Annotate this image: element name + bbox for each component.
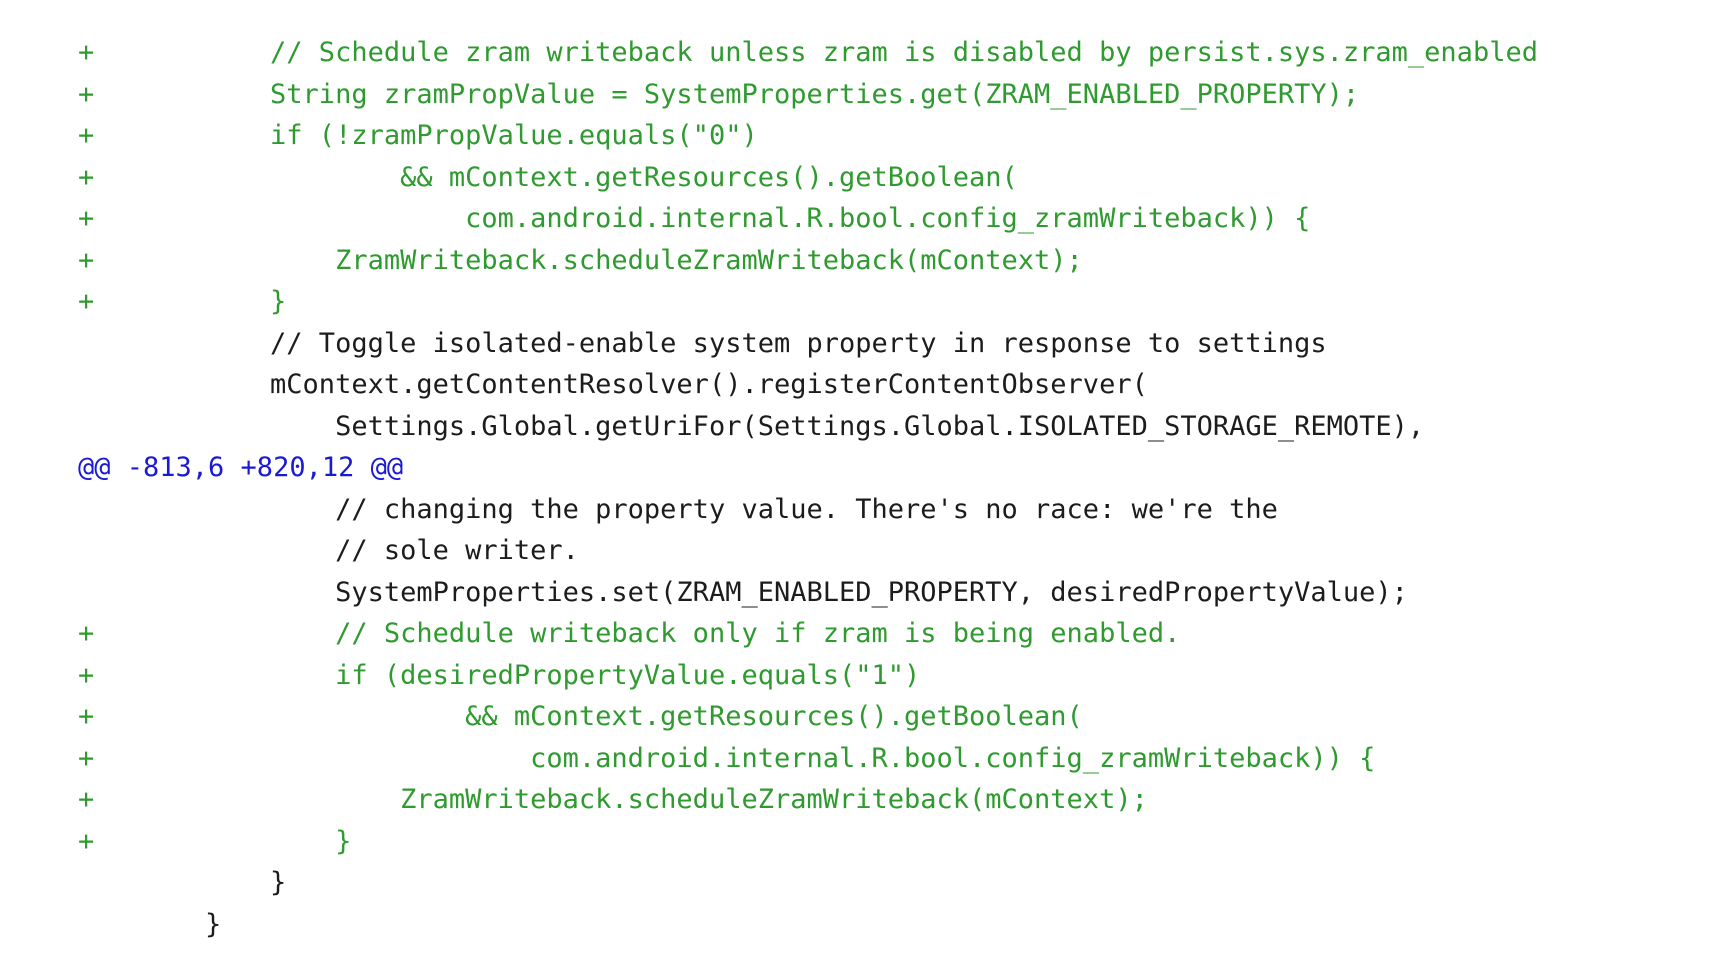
code-text: // Schedule writeback only if zram is be… xyxy=(140,618,1181,649)
added-line: + // Schedule zram writeback unless zram… xyxy=(78,32,1538,74)
blank-marker xyxy=(78,572,140,614)
code-text: com.android.internal.R.bool.config_zramW… xyxy=(140,203,1311,234)
added-line: + com.android.internal.R.bool.config_zra… xyxy=(78,198,1538,240)
plus-marker: + xyxy=(78,120,95,151)
added-line: + com.android.internal.R.bool.config_zra… xyxy=(78,738,1538,780)
plus-marker: + xyxy=(78,742,95,774)
plus-marker: + xyxy=(78,618,95,649)
code-text: Settings.Global.getUriFor(Settings.Globa… xyxy=(140,410,1425,442)
plus-marker: + xyxy=(78,244,95,276)
code-text: com.android.internal.R.bool.config_zramW… xyxy=(140,742,1376,774)
code-text: @@ -813,6 +820,12 @@ xyxy=(78,452,404,483)
blank-marker xyxy=(78,364,140,406)
code-text: } xyxy=(140,908,222,940)
blank-marker xyxy=(78,904,140,946)
blank-marker xyxy=(78,323,140,365)
blank-marker xyxy=(78,862,140,904)
added-line: + ZramWriteback.scheduleZramWriteback(mC… xyxy=(78,779,1538,821)
plus-marker: + xyxy=(78,825,95,857)
added-line: + } xyxy=(78,281,1538,323)
plus-marker: + xyxy=(78,37,95,68)
code-text: String zramPropValue = SystemProperties.… xyxy=(140,78,1360,110)
added-line: + && mContext.getResources().getBoolean( xyxy=(78,157,1538,199)
plus-marker: + xyxy=(78,701,95,732)
added-line: + // Schedule writeback only if zram is … xyxy=(78,613,1538,655)
added-line: + if (desiredPropertyValue.equals("1") xyxy=(78,655,1538,697)
code-text: if (desiredPropertyValue.equals("1") xyxy=(140,659,921,691)
diff-view: + // Schedule zram writeback unless zram… xyxy=(78,32,1538,945)
code-text: if (!zramPropValue.equals("0") xyxy=(140,120,758,151)
plus-marker: + xyxy=(78,161,95,193)
added-line: + ZramWriteback.scheduleZramWriteback(mC… xyxy=(78,240,1538,282)
code-text: // sole writer. xyxy=(140,535,579,566)
context-line: // sole writer. xyxy=(78,530,1538,572)
blank-marker xyxy=(78,530,140,572)
code-text: ZramWriteback.scheduleZramWriteback(mCon… xyxy=(140,784,1148,815)
blank-marker xyxy=(78,489,140,531)
context-line: } xyxy=(78,904,1538,946)
context-line: Settings.Global.getUriFor(Settings.Globa… xyxy=(78,406,1538,448)
code-text: && mContext.getResources().getBoolean( xyxy=(140,161,1018,193)
code-text: SystemProperties.set(ZRAM_ENABLED_PROPER… xyxy=(140,576,1408,608)
hunk-header: @@ -813,6 +820,12 @@ xyxy=(78,447,1538,489)
code-text: && mContext.getResources().getBoolean( xyxy=(140,701,1083,732)
context-line: // changing the property value. There's … xyxy=(78,489,1538,531)
code-text: } xyxy=(140,825,352,857)
plus-marker: + xyxy=(78,78,95,110)
added-line: + && mContext.getResources().getBoolean( xyxy=(78,696,1538,738)
plus-marker: + xyxy=(78,784,95,815)
context-line: } xyxy=(78,862,1538,904)
plus-marker: + xyxy=(78,286,95,317)
context-line: // Toggle isolated-enable system propert… xyxy=(78,323,1538,365)
plus-marker: + xyxy=(78,203,95,234)
code-text: } xyxy=(140,867,287,898)
added-line: + if (!zramPropValue.equals("0") xyxy=(78,115,1538,157)
plus-marker: + xyxy=(78,659,95,691)
code-text: ZramWriteback.scheduleZramWriteback(mCon… xyxy=(140,244,1083,276)
context-line: mContext.getContentResolver().registerCo… xyxy=(78,364,1538,406)
code-text: mContext.getContentResolver().registerCo… xyxy=(140,369,1148,400)
code-text: // Toggle isolated-enable system propert… xyxy=(140,327,1327,359)
added-line: + } xyxy=(78,821,1538,863)
added-line: + String zramPropValue = SystemPropertie… xyxy=(78,74,1538,116)
code-text: // changing the property value. There's … xyxy=(140,493,1278,525)
blank-marker xyxy=(78,406,140,448)
context-line: SystemProperties.set(ZRAM_ENABLED_PROPER… xyxy=(78,572,1538,614)
code-text: // Schedule zram writeback unless zram i… xyxy=(140,37,1538,68)
code-text: } xyxy=(140,286,287,317)
